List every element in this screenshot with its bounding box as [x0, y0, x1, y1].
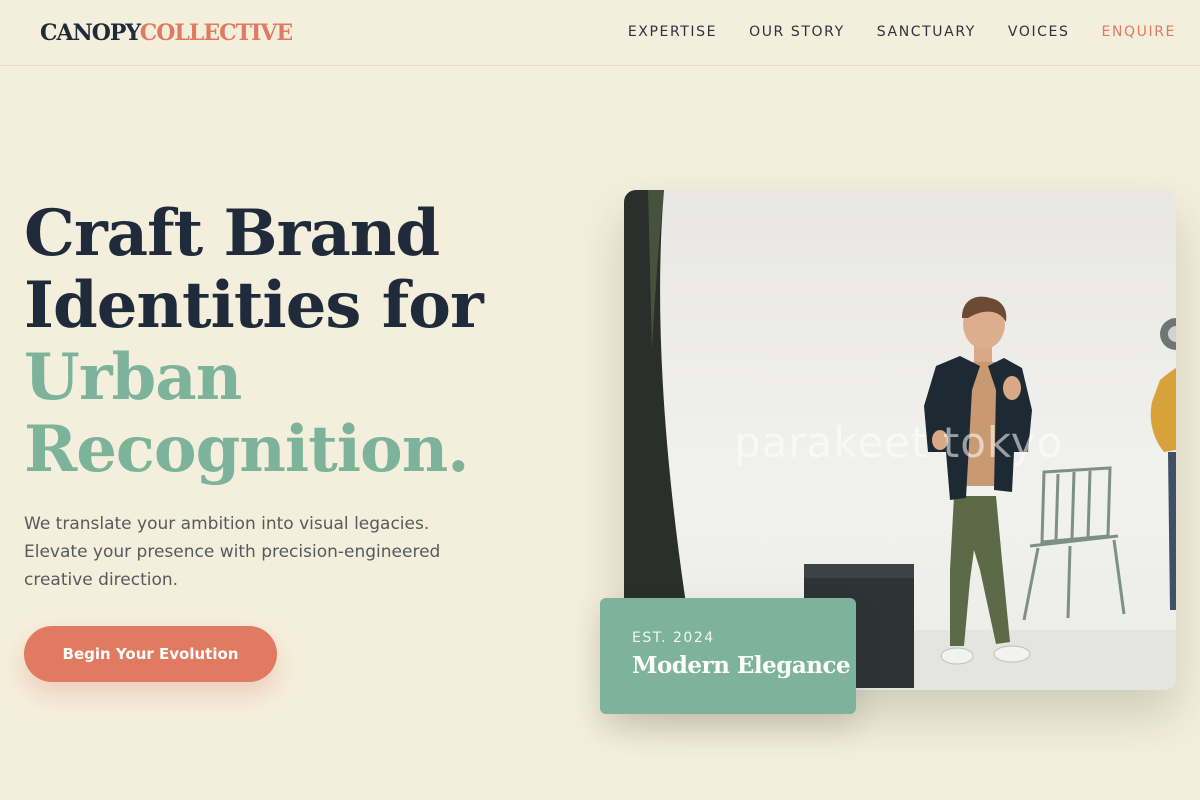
main-nav: EXPERTISE OUR STORY SANCTUARY VOICES ENQ… — [628, 22, 1176, 42]
brand-name-part1: CANOPY — [40, 20, 141, 46]
nav-link-enquire[interactable]: ENQUIRE — [1102, 22, 1177, 42]
nav-link-expertise[interactable]: EXPERTISE — [628, 22, 717, 42]
nav-link-sanctuary[interactable]: SANCTUARY — [877, 22, 976, 42]
hero-subtext: We translate your ambition into visual l… — [24, 514, 441, 590]
badge-established-year: EST. 2024 — [632, 630, 715, 646]
headline-line-1: Craft Brand — [24, 196, 440, 271]
photo-watermark: parakeet tokyo — [734, 418, 1064, 467]
nav-link-our-story[interactable]: OUR STORY — [749, 22, 845, 42]
brand-name-part2: COLLECTIVE — [139, 20, 293, 46]
nav-link-voices[interactable]: VOICES — [1008, 22, 1070, 42]
brand-logo[interactable]: CANOPYCOLLECTIVE — [40, 20, 293, 46]
hero-headline: Craft Brand Identities for Urban Recogni… — [24, 198, 584, 486]
headline-line-4: Recognition. — [24, 412, 470, 487]
begin-evolution-button[interactable]: Begin Your Evolution — [24, 626, 277, 682]
headline-line-2: Identities for — [24, 268, 484, 343]
established-badge: EST. 2024 Modern Elegance — [600, 598, 856, 714]
headline-line-3: Urban — [24, 340, 242, 415]
site-header: CANOPYCOLLECTIVE EXPERTISE OUR STORY SAN… — [0, 0, 1200, 66]
badge-title: Modern Elegance — [632, 652, 851, 679]
